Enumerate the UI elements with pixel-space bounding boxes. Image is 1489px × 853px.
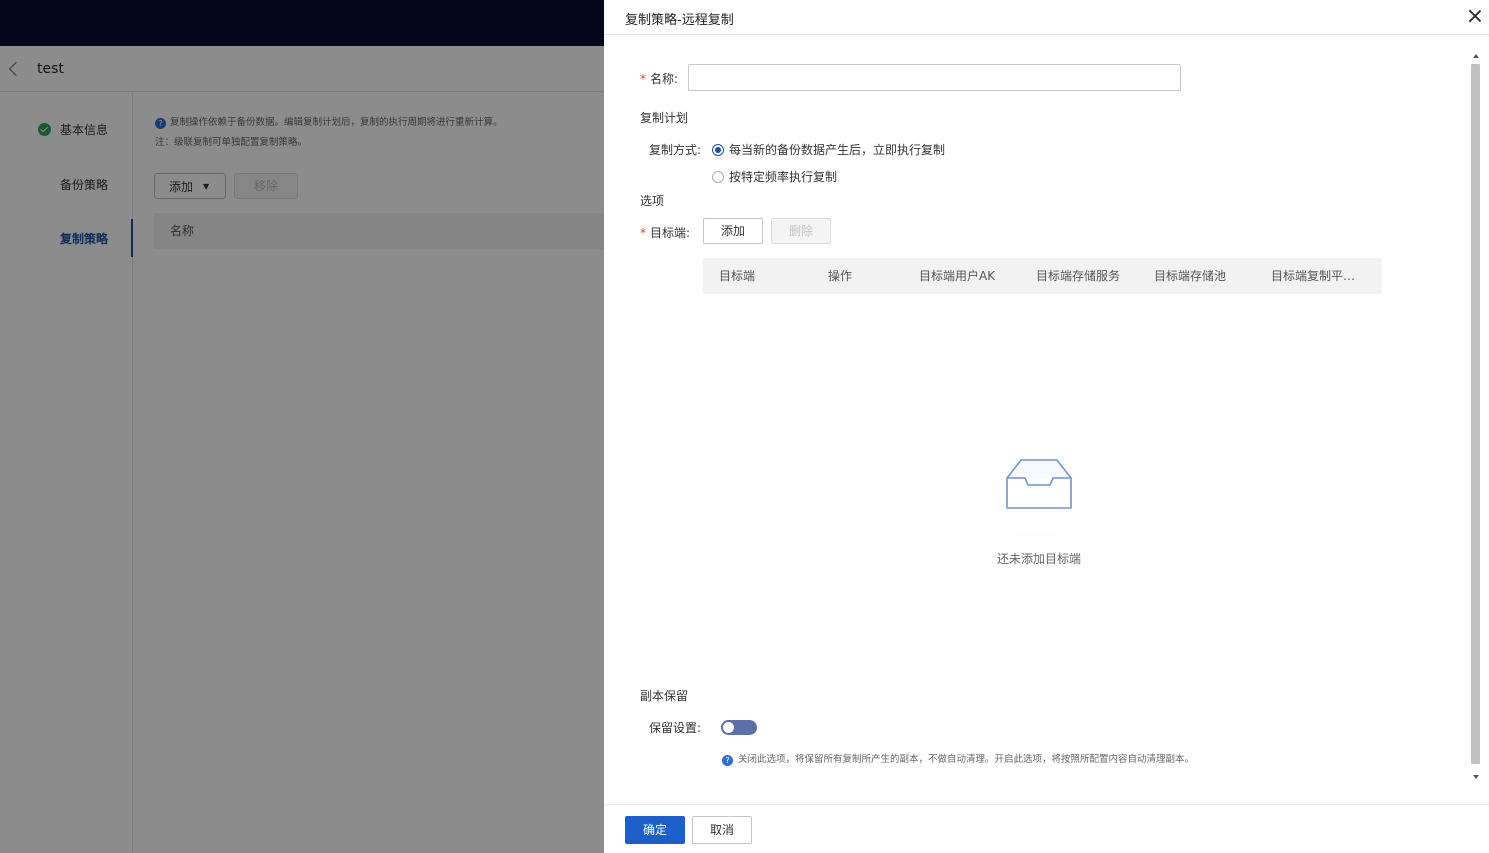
column-header-target: 目标端 — [719, 269, 756, 283]
name-label: * 名称: — [640, 72, 679, 86]
scrollbar[interactable] — [1470, 52, 1482, 781]
retain-label: 保留设置: — [649, 721, 702, 735]
plan-section-title: 复制计划 — [640, 111, 689, 125]
target-table-header: 目标端 操作 目标端用户AK 目标端存储服务 目标端存储池 目标端复制平… — [703, 258, 1382, 294]
radio-immediate-replication[interactable]: 每当新的备份数据产生后，立即执行复制 — [712, 141, 945, 158]
options-section-title: 选项 — [640, 194, 665, 208]
toggle-knob — [723, 722, 734, 733]
mode-label: 复制方式: — [649, 143, 702, 157]
required-marker: * — [640, 72, 646, 86]
modal-overlay[interactable] — [0, 0, 604, 853]
radio-checked-icon — [712, 143, 724, 156]
cancel-button[interactable]: 取消 — [692, 816, 752, 844]
target-delete-button[interactable]: 删除 — [771, 218, 831, 244]
target-label: * 目标端: — [640, 226, 691, 240]
column-header-action: 操作 — [828, 269, 853, 283]
retain-hint: ? 关闭此选项，将保留所有复制所产生的副本，不做自动清理。开启此选项，将按照所配置… — [722, 751, 1194, 766]
radio-scheduled-replication[interactable]: 按特定频率执行复制 — [712, 168, 837, 185]
close-icon[interactable] — [1467, 8, 1483, 24]
radio-label: 按特定频率执行复制 — [729, 170, 838, 184]
drawer-footer: 确定 取消 — [604, 804, 1489, 853]
empty-state-text: 还未添加目标端 — [996, 552, 1081, 566]
target-add-button[interactable]: 添加 — [703, 218, 763, 244]
column-header-replication-platform: 目标端复制平… — [1271, 269, 1356, 283]
empty-inbox-icon — [977, 459, 1101, 536]
drawer-header: 复制策略-远程复制 — [604, 0, 1489, 35]
radio-unchecked-icon — [712, 170, 724, 183]
replication-policy-drawer: 复制策略-远程复制 * 名称: 复制计划 复制方式: 每当新的备份数据产生后，立即… — [604, 0, 1489, 853]
column-header-user-ak: 目标端用户AK — [919, 269, 996, 283]
required-marker: * — [640, 226, 646, 240]
scroll-down-arrow-icon[interactable] — [1473, 775, 1479, 779]
scroll-up-arrow-icon[interactable] — [1473, 54, 1479, 58]
retain-section-title: 副本保留 — [640, 689, 689, 703]
question-icon: ? — [722, 755, 733, 766]
drawer-title: 复制策略-远程复制 — [625, 13, 734, 28]
column-header-storage-pool: 目标端存储池 — [1154, 269, 1227, 283]
confirm-button[interactable]: 确定 — [625, 816, 685, 844]
radio-label: 每当新的备份数据产生后，立即执行复制 — [729, 143, 946, 157]
name-input[interactable] — [688, 64, 1181, 91]
retain-toggle[interactable] — [721, 720, 757, 735]
column-header-storage-service: 目标端存储服务 — [1036, 269, 1121, 283]
scroll-thumb[interactable] — [1471, 64, 1480, 764]
